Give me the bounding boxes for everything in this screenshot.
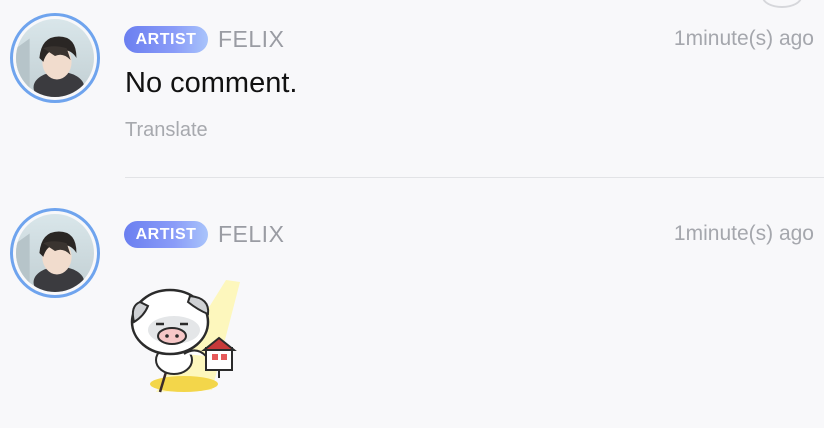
username[interactable]: FELIX [218, 221, 284, 248]
timestamp: 1minute(s) ago [673, 27, 814, 50]
comment-item: ARTIST FELIX 1minute(s) ago [0, 196, 824, 428]
profile-photo-icon [16, 214, 94, 292]
artist-badge: ARTIST [124, 221, 208, 248]
comment-feed: ARTIST FELIX 1minute(s) ago No comment. … [0, 0, 824, 428]
comment-item: ARTIST FELIX 1minute(s) ago No comment. … [0, 0, 824, 178]
avatar[interactable] [10, 13, 100, 103]
pig-sticker-icon[interactable] [126, 280, 252, 400]
username[interactable]: FELIX [218, 26, 284, 53]
profile-photo-icon [16, 19, 94, 97]
divider [125, 177, 824, 178]
comment-text: No comment. [125, 67, 298, 99]
timestamp: 1minute(s) ago [673, 222, 814, 245]
translate-button[interactable]: Translate [125, 119, 208, 142]
artist-badge: ARTIST [124, 26, 208, 53]
avatar[interactable] [10, 208, 100, 298]
